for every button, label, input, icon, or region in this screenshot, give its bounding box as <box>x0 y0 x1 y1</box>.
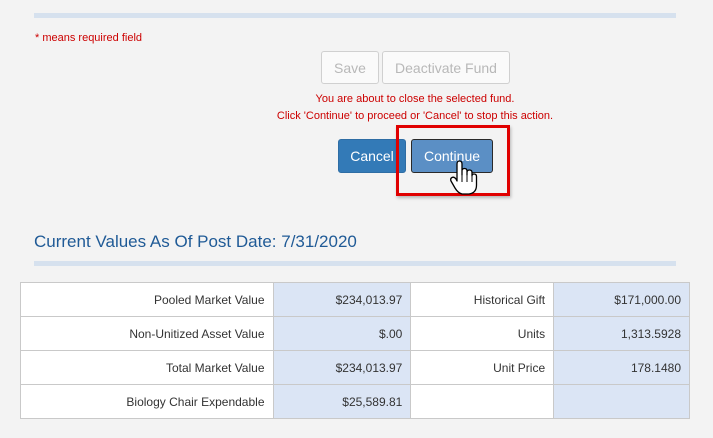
hand-pointer-icon <box>450 160 478 195</box>
warning-message-line2: Click 'Continue' to proceed or 'Cancel' … <box>276 110 554 122</box>
value-label: Non-Unitized Asset Value <box>20 316 274 351</box>
value-label: Total Market Value <box>20 350 274 385</box>
value-cell: $171,000.00 <box>553 282 690 317</box>
title-divider <box>34 261 676 266</box>
value-label: Units <box>410 316 555 351</box>
value-cell <box>553 384 690 419</box>
current-values-table: Pooled Market Value $234,013.97 Historic… <box>20 282 690 419</box>
value-cell: 1,313.5928 <box>553 316 690 351</box>
fund-form-panel: * means required field Save Deactivate F… <box>0 0 713 438</box>
deactivate-fund-button[interactable]: Deactivate Fund <box>382 51 510 84</box>
value-label <box>410 384 555 419</box>
value-label: Unit Price <box>410 350 555 385</box>
table-row: Pooled Market Value $234,013.97 Historic… <box>20 282 690 317</box>
value-cell: $234,013.97 <box>272 282 412 317</box>
table-row: Non-Unitized Asset Value $.00 Units 1,31… <box>20 316 690 351</box>
required-field-note: * means required field <box>35 32 143 44</box>
table-row: Biology Chair Expendable $25,589.81 <box>20 384 690 419</box>
value-cell: $.00 <box>272 316 412 351</box>
value-cell: $25,589.81 <box>272 384 412 419</box>
value-cell: 178.1480 <box>553 350 690 385</box>
save-button[interactable]: Save <box>321 51 379 84</box>
value-label: Pooled Market Value <box>20 282 274 317</box>
value-cell: $234,013.97 <box>272 350 412 385</box>
table-row: Total Market Value $234,013.97 Unit Pric… <box>20 350 690 385</box>
warning-message-line1: You are about to close the selected fund… <box>315 93 515 105</box>
value-label: Biology Chair Expendable <box>20 384 274 419</box>
value-label: Historical Gift <box>410 282 555 317</box>
section-divider <box>34 13 676 18</box>
current-values-title: Current Values As Of Post Date: 7/31/202… <box>34 232 357 251</box>
